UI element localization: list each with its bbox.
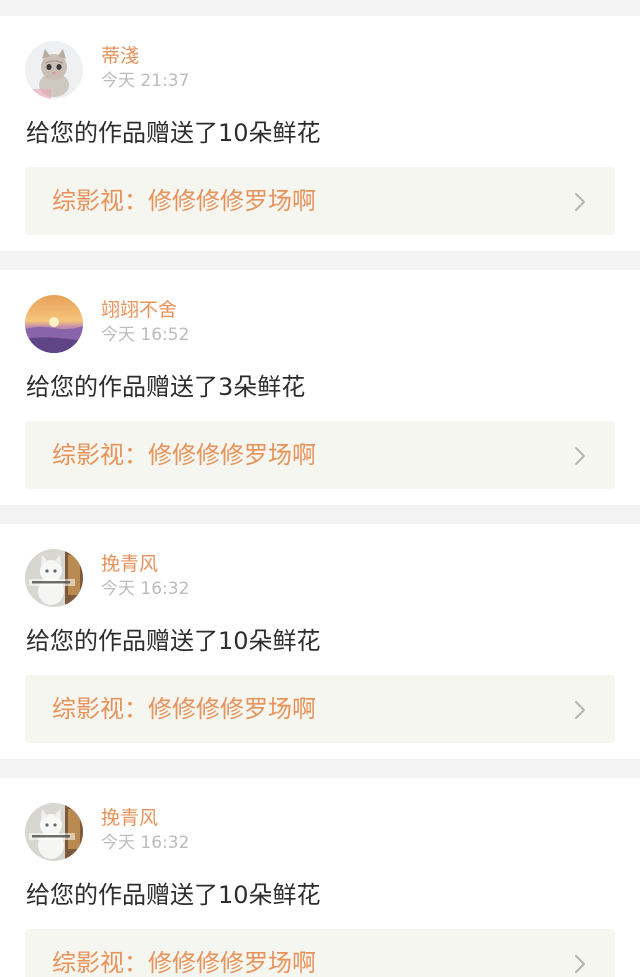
username[interactable]: 挽青风 [101, 806, 158, 830]
white-cat-avatar-icon[interactable] [25, 803, 83, 861]
chevron-right-icon [573, 445, 587, 467]
kitten-avatar-icon[interactable] [25, 41, 83, 99]
work-link-button[interactable]: 综影视：修修修修罗场啊 [25, 421, 615, 489]
notification-card: 挽青风 今天 16:32 给您的作品赠送了10朵鲜花 综影视：修修修修罗场啊 [0, 778, 640, 977]
work-title: 综影视：修修修修罗场啊 [52, 949, 316, 977]
work-link-button[interactable]: 综影视：修修修修罗场啊 [25, 167, 615, 235]
notification-feed: 蒂淺 今天 21:37 给您的作品赠送了10朵鲜花 综影视：修修修修罗场啊 翊翊… [0, 0, 640, 977]
gift-message: 给您的作品赠送了10朵鲜花 [26, 881, 321, 909]
gift-message: 给您的作品赠送了10朵鲜花 [26, 119, 321, 147]
gift-message: 给您的作品赠送了10朵鲜花 [26, 627, 321, 655]
timestamp: 今天 16:32 [101, 579, 190, 599]
username[interactable]: 蒂淺 [101, 44, 139, 68]
work-title: 综影视：修修修修罗场啊 [52, 441, 316, 469]
work-link-button[interactable]: 综影视：修修修修罗场啊 [25, 929, 615, 977]
work-title: 综影视：修修修修罗场啊 [52, 187, 316, 215]
chevron-right-icon [573, 953, 587, 975]
username[interactable]: 翊翊不舍 [101, 298, 177, 322]
sunset-lavender-avatar-icon[interactable] [25, 295, 83, 353]
white-cat-avatar-icon[interactable] [25, 549, 83, 607]
notification-card: 蒂淺 今天 21:37 给您的作品赠送了10朵鲜花 综影视：修修修修罗场啊 [0, 16, 640, 251]
chevron-right-icon [573, 191, 587, 213]
chevron-right-icon [573, 699, 587, 721]
work-link-button[interactable]: 综影视：修修修修罗场啊 [25, 675, 615, 743]
notification-card: 翊翊不舍 今天 16:52 给您的作品赠送了3朵鲜花 综影视：修修修修罗场啊 [0, 270, 640, 505]
timestamp: 今天 16:52 [101, 325, 190, 345]
gift-message: 给您的作品赠送了3朵鲜花 [26, 373, 306, 401]
timestamp: 今天 16:32 [101, 833, 190, 853]
work-title: 综影视：修修修修罗场啊 [52, 695, 316, 723]
notification-card: 挽青风 今天 16:32 给您的作品赠送了10朵鲜花 综影视：修修修修罗场啊 [0, 524, 640, 759]
username[interactable]: 挽青风 [101, 552, 158, 576]
timestamp: 今天 21:37 [101, 71, 190, 91]
